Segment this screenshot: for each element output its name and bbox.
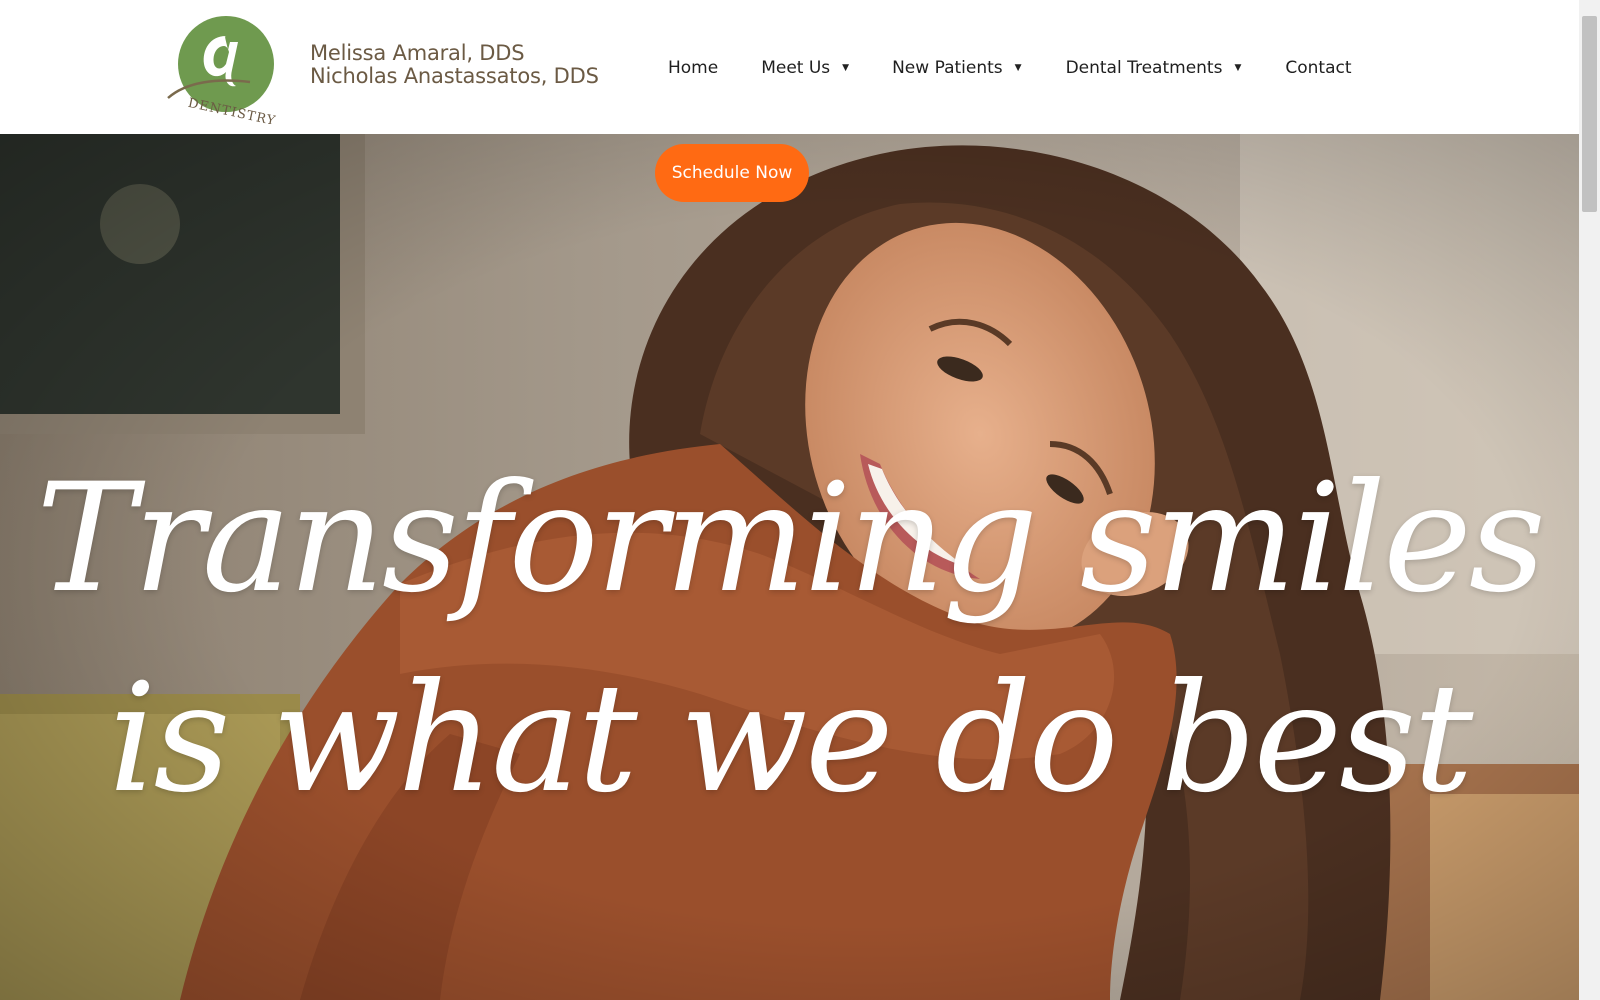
hero-headline: Transforming smiles is what we do best <box>0 434 1579 834</box>
caret-down-icon: ▼ <box>1234 63 1242 73</box>
nav-item-label: Meet Us <box>761 58 831 78</box>
nav-item-new-patients[interactable]: New Patients ▼ <box>892 58 1021 78</box>
caret-down-icon: ▼ <box>1014 63 1022 73</box>
practice-names: Melissa Amaral, DDS Nicholas Anastassato… <box>310 42 599 88</box>
nav-item-label: Home <box>668 58 719 78</box>
brand-line-1: Melissa Amaral, DDS <box>310 41 525 65</box>
schedule-now-button[interactable]: Schedule Now <box>655 144 809 202</box>
nav-item-label: Contact <box>1285 58 1352 78</box>
page: DENTISTRY Melissa Amaral, DDS Nicholas A… <box>0 0 1600 1000</box>
nav-item-label: Dental Treatments <box>1065 58 1223 78</box>
hero-section: Schedule Now Transforming smiles is what… <box>0 134 1579 1000</box>
nav-item-label: New Patients <box>892 58 1003 78</box>
nav-item-dental-treatments[interactable]: Dental Treatments ▼ <box>1066 58 1242 78</box>
scrollbar-thumb[interactable] <box>1582 16 1597 212</box>
site-header: DENTISTRY Melissa Amaral, DDS Nicholas A… <box>0 0 1579 134</box>
logo[interactable]: DENTISTRY <box>166 12 290 124</box>
dentistry-logo-icon: DENTISTRY <box>167 16 277 124</box>
nav-item-meet-us[interactable]: Meet Us ▼ <box>761 58 849 78</box>
headline-line-1: Transforming smiles <box>36 452 1546 626</box>
nav-item-contact[interactable]: Contact <box>1285 58 1351 78</box>
nav-item-home[interactable]: Home <box>668 58 718 78</box>
main-nav: Home Meet Us ▼ New Patients ▼ Dental Tre… <box>668 56 1352 80</box>
headline-line-2: is what we do best <box>108 652 1474 826</box>
page-scrollbar[interactable] <box>1579 0 1600 1000</box>
brand-line-2: Nicholas Anastassatos, DDS <box>310 64 599 88</box>
caret-down-icon: ▼ <box>842 63 850 73</box>
